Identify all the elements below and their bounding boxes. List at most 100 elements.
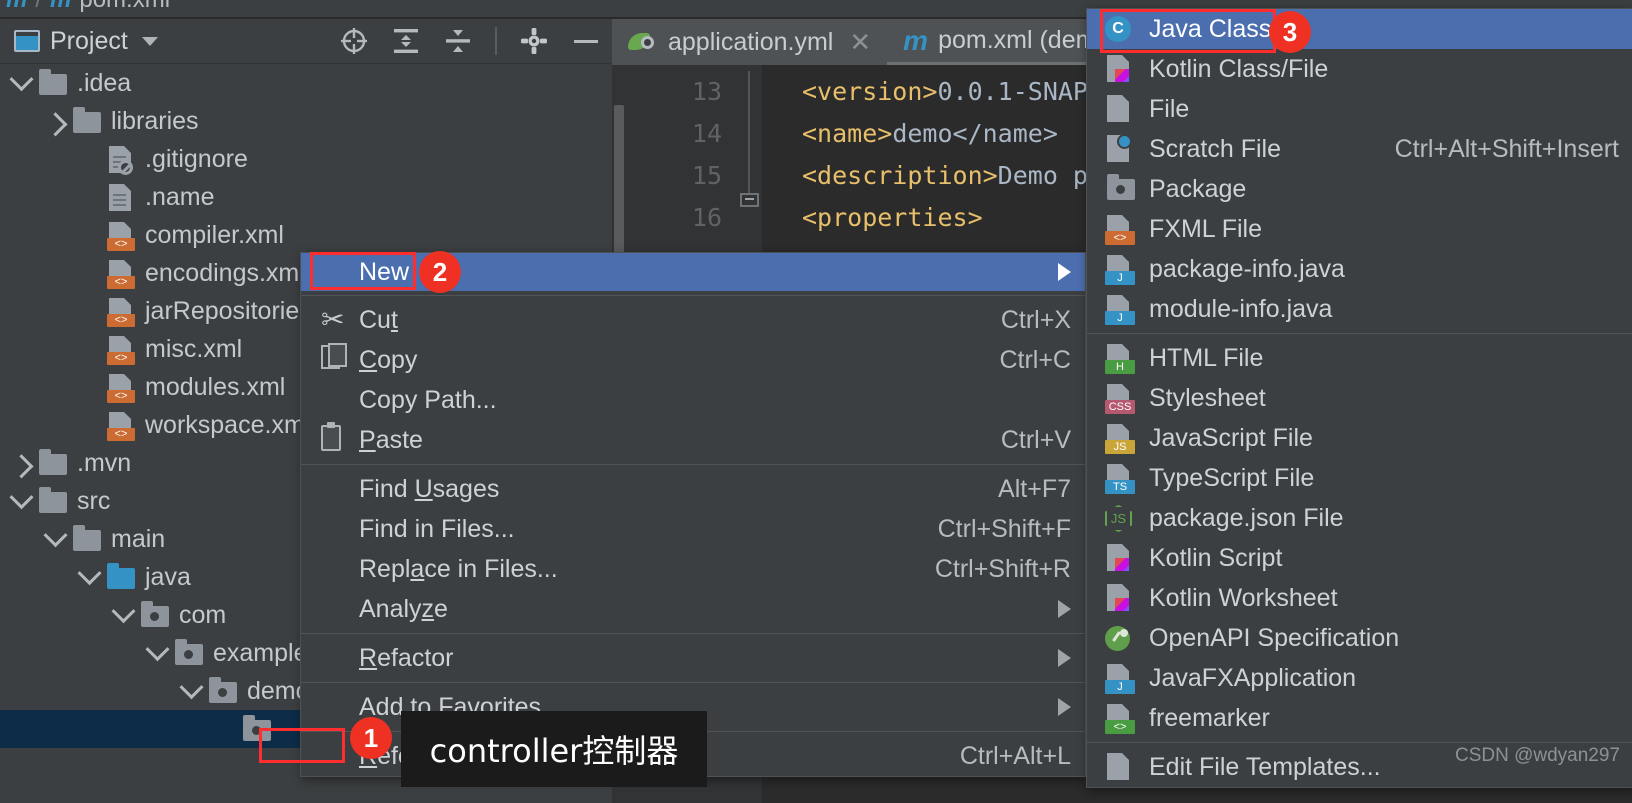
tab-application-yml[interactable]: application.yml ✕ [612,19,888,65]
submenu-item-scratch-file[interactable]: Scratch File Ctrl+Alt+Shift+Insert [1087,129,1632,169]
menu-item-label: Copy [359,345,418,374]
file-type-badge: TS [1105,480,1135,494]
chevron-down-icon[interactable] [6,484,36,516]
tree-node-label: misc.xml [145,334,243,363]
chevron-right-icon[interactable] [6,448,36,478]
menu-item-label: Analyze [359,594,448,623]
collapse-all-icon[interactable] [443,26,473,56]
project-toolbar [339,26,611,56]
menu-item-replace-in-files[interactable]: Replace in Files... Ctrl+Shift+R [301,549,1085,589]
submenu-item-module-info-java[interactable]: Jmodule-info.java [1087,289,1632,329]
clock-badge-icon [1117,134,1132,149]
project-window-icon [14,30,40,52]
submenu-item-kotlin-worksheet[interactable]: Kotlin Worksheet [1087,578,1632,618]
menu-item-copy-path[interactable]: Copy Path... [301,380,1085,420]
submenu-item-file[interactable]: File [1087,89,1632,129]
menu-item-copy[interactable]: Copy Ctrl+C [301,340,1085,380]
tree-node-icon [70,105,104,137]
menu-item-label: Find in Files... [359,514,515,543]
chevron-down-icon[interactable] [40,522,70,554]
folder-icon [73,107,101,133]
submenu-item-shortcut: Ctrl+Alt+Shift+Insert [1394,134,1619,163]
menu-item-paste[interactable]: Paste Ctrl+V [301,420,1085,460]
menu-item-icon [315,255,359,289]
file-type-badge: J [1105,271,1135,285]
menu-item-shortcut: Ctrl+V [1000,425,1071,454]
maven-m-icon: m [903,24,929,56]
chevron-down-icon[interactable] [141,36,158,46]
select-opened-file-icon[interactable] [339,26,369,56]
chevron-down-icon[interactable] [142,636,172,668]
submenu-item-label: FXML File [1149,214,1262,243]
submenu-item-label: Kotlin Worksheet [1149,583,1338,612]
submenu-item-javascript-file[interactable]: JS JavaScript File [1087,418,1632,458]
maven-m-icon-2: m [50,0,71,14]
submenu-item-java-class[interactable]: C Java Class [1087,9,1632,49]
tree-node[interactable]: libraries [0,102,611,140]
menu-item-label: Paste [359,425,423,454]
menu-item-analyze[interactable]: Analyze [301,589,1085,629]
submenu-item-javafxapplication[interactable]: J JavaFXApplication [1087,658,1632,698]
chevron-down-icon[interactable] [108,598,138,630]
menu-item-label: Cut [359,305,398,334]
breadcrumb-separator: / [35,0,42,14]
chevron-down-icon[interactable] [74,560,104,592]
submenu-item-icon: J [1101,293,1141,325]
settings-gear-icon[interactable] [519,26,549,56]
menu-item-refactor[interactable]: Refactor [301,638,1085,678]
submenu-item-html-file[interactable]: H HTML File [1087,338,1632,378]
package-folder-icon [209,677,237,703]
tree-node-icon: <> [104,333,138,365]
submenu-item-package-info-java[interactable]: Jpackage-info.java [1087,249,1632,289]
menu-separator [301,464,1085,465]
kotlin-file-icon [1107,55,1129,82]
openapi-icon [1105,626,1130,651]
chevron-right-icon[interactable] [40,106,70,136]
tooltip-controller: controller控制器 [401,711,707,787]
submenu-item-icon: J [1101,253,1141,285]
tree-node-label: src [77,486,111,515]
submenu-item-icon: <> [1101,213,1141,245]
hide-icon[interactable] [571,26,601,56]
package-folder-icon [175,639,203,665]
submenu-item-stylesheet[interactable]: CSS Stylesheet [1087,378,1632,418]
tree-node-label: .mvn [77,448,132,477]
menu-item-find-in-files[interactable]: Find in Files... Ctrl+Shift+F [301,509,1085,549]
menu-item-icon [315,343,359,377]
submenu-item-typescript-file[interactable]: TS TypeScript File [1087,458,1632,498]
close-icon[interactable]: ✕ [849,27,871,58]
tree-node[interactable]: .idea [0,64,611,102]
file-type-badge: H [1105,360,1135,374]
submenu-item-openapi-specification[interactable]: OpenAPI Specification [1087,618,1632,658]
chevron-down-icon[interactable] [176,674,206,706]
folder-icon [39,449,67,475]
chevron-down-icon[interactable] [6,66,36,98]
submenu-item-kotlin-script[interactable]: Kotlin Script [1087,538,1632,578]
annotation-badge-2: 2 [419,251,461,293]
tree-node[interactable]: .gitignore [0,140,611,178]
menu-item-find-usages[interactable]: Find Usages Alt+F7 [301,469,1085,509]
collapse-fold-icon[interactable] [740,193,759,215]
expand-all-icon[interactable] [391,26,421,56]
menu-item-cut[interactable]: ✂ Cut Ctrl+X [301,300,1085,340]
submenu-item-freemarker[interactable]: <> freemarker [1087,698,1632,738]
tree-node-icon: <> [104,219,138,251]
line-number: 15 [691,161,722,190]
scissors-icon: ✂ [321,304,345,335]
tab-label-application-yml: application.yml [668,27,834,56]
new-submenu[interactable]: C Java Class Kotlin Class/File File Scratch … [1086,8,1632,788]
project-title-group[interactable]: Project [0,27,158,56]
tree-node[interactable]: .name [0,178,611,216]
submenu-item-package[interactable]: Package [1087,169,1632,209]
submenu-item-fxml-file[interactable]: <> FXML File [1087,209,1632,249]
submenu-item-package-json-file[interactable]: JS package.json File [1087,498,1632,538]
project-panel-title: Project [50,26,128,55]
submenu-item-kotlin-class-file[interactable]: Kotlin Class/File [1087,49,1632,89]
submenu-item-icon [1101,173,1141,205]
submenu-item-label: Kotlin Class/File [1149,54,1329,83]
breadcrumb[interactable]: m / m pom.xml [6,0,170,14]
tree-node[interactable]: <> compiler.xml [0,216,611,254]
tree-node-icon [104,143,138,175]
context-menu[interactable]: New ✂ Cut Ctrl+X Copy Ctrl+C Copy Path... Paste… [300,252,1086,777]
tree-node-label: example [213,638,308,667]
